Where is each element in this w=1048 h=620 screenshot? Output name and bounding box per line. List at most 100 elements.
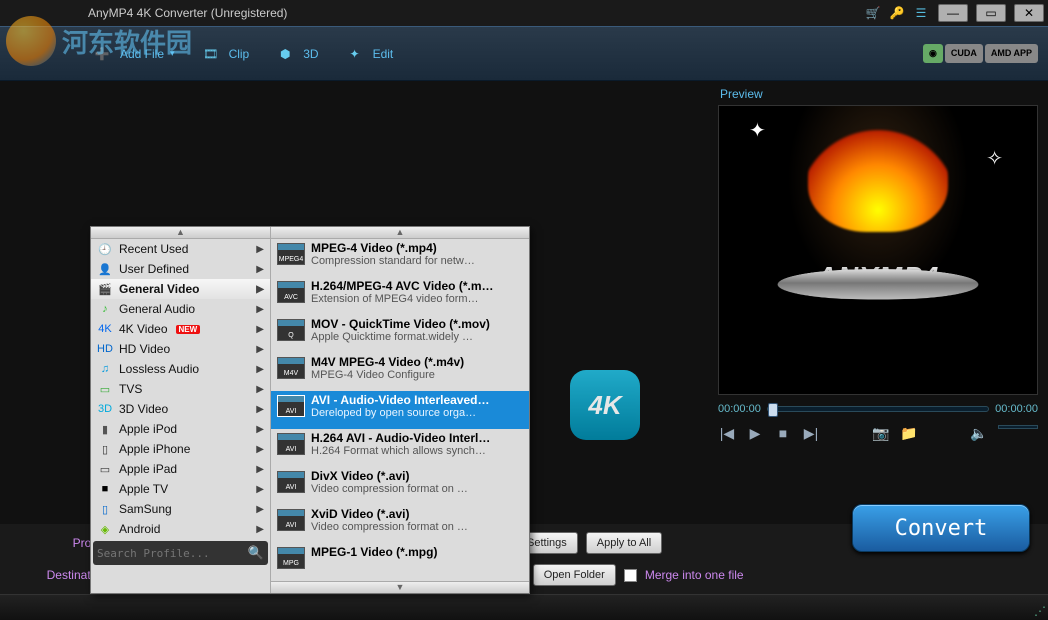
category-item[interactable]: 🎬General Video▶	[91, 279, 270, 299]
category-icon: 3D	[97, 402, 113, 416]
category-icon: 4K	[97, 322, 113, 336]
key-icon[interactable]: 🔑	[888, 4, 906, 22]
volume-button[interactable]: 🔈	[970, 425, 988, 442]
add-file-icon: ➕	[90, 42, 114, 66]
minimize-button[interactable]: —	[938, 4, 968, 22]
snapshot-button[interactable]: 📷	[872, 425, 890, 442]
chevron-right-icon: ▶	[256, 524, 264, 535]
category-item[interactable]: ♫Lossless Audio▶	[91, 359, 270, 379]
merge-checkbox[interactable]	[624, 569, 637, 582]
format-item[interactable]: AVIDivX Video (*.avi)Video compression f…	[271, 467, 529, 505]
format-title: MOV - QuickTime Video (*.mov)	[311, 317, 523, 331]
category-label: Apple iPhone	[119, 442, 190, 456]
category-scroll-up[interactable]: ▲	[91, 227, 270, 239]
snapshot-folder-button[interactable]: 📁	[900, 425, 918, 442]
play-button[interactable]: ▶	[746, 425, 764, 442]
add-file-button[interactable]: ➕ Add File▾	[90, 42, 175, 66]
category-label: Apple TV	[119, 482, 168, 496]
format-item[interactable]: MPGMPEG-1 Video (*.mpg)	[271, 543, 529, 581]
format-scroll-up[interactable]: ▲	[271, 227, 529, 239]
format-item[interactable]: QMOV - QuickTime Video (*.mov)Apple Quic…	[271, 315, 529, 353]
preview-canvas: ✦ ✧ ANYMP4	[718, 105, 1038, 395]
category-icon: ▮	[97, 422, 113, 436]
format-title: DivX Video (*.avi)	[311, 469, 523, 483]
prev-button[interactable]: |◀	[718, 425, 736, 442]
format-scroll-down[interactable]: ▼	[271, 581, 529, 593]
category-icon: 🕘	[97, 242, 113, 256]
category-item[interactable]: HDHD Video▶	[91, 339, 270, 359]
resize-grip-icon[interactable]: ⋰	[1034, 604, 1044, 618]
category-label: Recent Used	[119, 242, 188, 256]
close-button[interactable]: ✕	[1014, 4, 1044, 22]
edit-button[interactable]: ✦ Edit	[343, 42, 394, 66]
amd-badge: AMD APP	[985, 44, 1038, 63]
maximize-button[interactable]: ▭	[976, 4, 1006, 22]
format-item[interactable]: AVIXviD Video (*.avi)Video compression f…	[271, 505, 529, 543]
format-item[interactable]: AVIH.264 AVI - Audio-Video Interl…H.264 …	[271, 429, 529, 467]
format-title: H.264 AVI - Audio-Video Interl…	[311, 431, 523, 445]
seek-slider[interactable]	[767, 406, 989, 412]
menu-icon[interactable]: ☰	[912, 4, 930, 22]
3d-button[interactable]: ⬢ 3D	[273, 42, 318, 66]
format-desc: Apple Quicktime format.widely …	[311, 331, 523, 343]
profile-popup: ▲ 🕘Recent Used▶👤User Defined▶🎬General Vi…	[90, 226, 530, 594]
merge-label: Merge into one file	[645, 568, 744, 582]
category-label: 4K Video	[119, 322, 168, 336]
category-label: General Audio	[119, 302, 195, 316]
apply-all-button[interactable]: Apply to All	[586, 532, 662, 554]
format-icon: AVI	[277, 471, 305, 493]
format-title: AVI - Audio-Video Interleaved…	[311, 393, 523, 407]
profile-search-input[interactable]	[97, 547, 248, 560]
chevron-right-icon: ▶	[256, 324, 264, 335]
category-icon: ♪	[97, 302, 113, 316]
category-icon: ▯	[97, 442, 113, 456]
volume-slider[interactable]	[998, 425, 1038, 429]
category-item[interactable]: ♪General Audio▶	[91, 299, 270, 319]
category-item[interactable]: ▭TVS▶	[91, 379, 270, 399]
clip-button[interactable]: 🎞 Clip	[199, 42, 250, 66]
next-button[interactable]: ▶|	[802, 425, 820, 442]
format-desc: Extension of MPEG4 video form…	[311, 293, 523, 305]
category-item[interactable]: ◈Android▶	[91, 519, 270, 539]
time-total: 00:00:00	[995, 403, 1038, 415]
category-item[interactable]: 🕘Recent Used▶	[91, 239, 270, 259]
category-item[interactable]: ■Apple TV▶	[91, 479, 270, 499]
chevron-right-icon: ▶	[256, 444, 264, 455]
main-area: Preview ✦ ✧ ANYMP4 00:00:00 00:00:00 |◀ …	[0, 81, 1048, 524]
cart-icon[interactable]: 🛒	[864, 4, 882, 22]
chevron-right-icon: ▶	[256, 504, 264, 515]
wand-icon: ✦	[343, 42, 367, 66]
category-icon: ■	[97, 482, 113, 496]
category-icon: HD	[97, 342, 113, 356]
category-item[interactable]: 3D 3D Video ▶	[91, 399, 270, 419]
category-label: 3D Video	[119, 402, 168, 416]
format-item[interactable]: MPEG4MPEG-4 Video (*.mp4)Compression sta…	[271, 239, 529, 277]
category-item[interactable]: ▮Apple iPod▶	[91, 419, 270, 439]
format-item[interactable]: AVCH.264/MPEG-4 AVC Video (*.m…Extension…	[271, 277, 529, 315]
category-item[interactable]: 👤User Defined▶	[91, 259, 270, 279]
category-item[interactable]: ▯ Apple iPhone ▶	[91, 439, 270, 459]
convert-button[interactable]: Convert	[852, 504, 1030, 552]
chevron-right-icon: ▶	[256, 264, 264, 275]
format-icon: MPEG4	[277, 243, 305, 265]
format-item[interactable]: M4VM4V MPEG-4 Video (*.m4v)MPEG-4 Video …	[271, 353, 529, 391]
category-label: SamSung	[119, 502, 172, 516]
open-folder-button[interactable]: Open Folder	[533, 564, 616, 586]
profile-search[interactable]: 🔍	[93, 541, 268, 565]
new-badge: NEW	[176, 325, 201, 334]
format-desc: Compression standard for netw…	[311, 255, 523, 267]
category-label: Apple iPad	[119, 462, 177, 476]
format-icon: M4V	[277, 357, 305, 379]
format-item[interactable]: AVIAVI - Audio-Video Interleaved…Derelop…	[271, 391, 529, 429]
category-item[interactable]: ▭Apple iPad▶	[91, 459, 270, 479]
chevron-right-icon: ▶	[256, 464, 264, 475]
category-item[interactable]: ▯SamSung▶	[91, 499, 270, 519]
category-icon: ◈	[97, 522, 113, 536]
chevron-right-icon: ▶	[256, 404, 264, 415]
stop-button[interactable]: ■	[774, 425, 792, 442]
clip-icon: 🎞	[199, 42, 223, 66]
format-desc: Dereloped by open source orga…	[311, 407, 523, 419]
category-item[interactable]: 4K 4K Video NEW ▶	[91, 319, 270, 339]
format-title: MPEG-1 Video (*.mpg)	[311, 545, 523, 559]
format-icon: AVC	[277, 281, 305, 303]
